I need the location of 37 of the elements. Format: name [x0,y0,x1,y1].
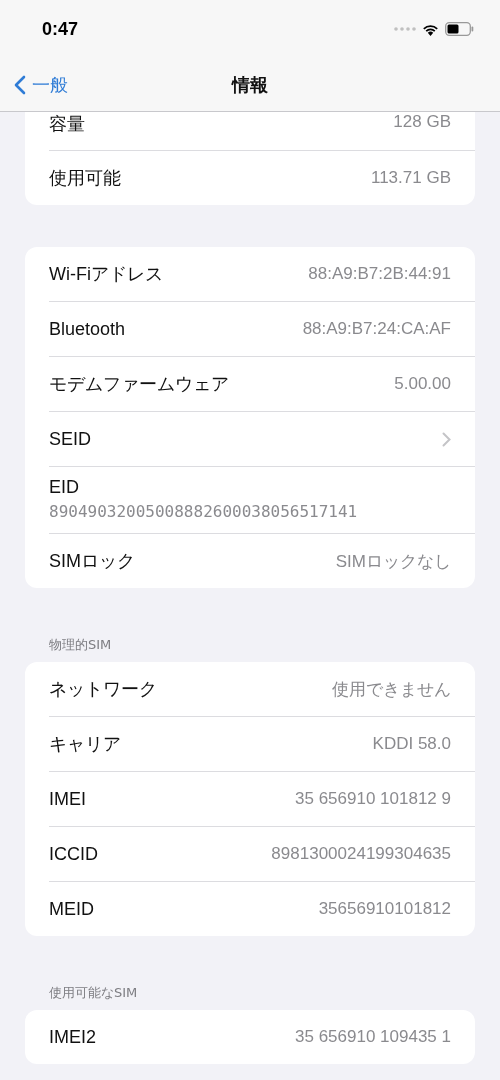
row-value: 128 GB [393,112,451,132]
back-chevron-icon [14,74,26,95]
section-header: 使用可能なSIM [48,984,139,1002]
section-header: 物理的SIM [48,636,113,654]
row-value: 113.71 GB [370,168,451,188]
row-label: ICCID [49,843,98,865]
signal-icon [394,27,416,31]
nav-title: 情報 [232,72,268,97]
row-label[interactable]: SEID [49,428,91,450]
row-label: モデムファームウェア [49,373,229,396]
row-value: 35 656910 101812 9 [295,789,451,809]
row-value: 35 656910 109435 1 [295,1027,451,1047]
row-label: EID [49,477,80,498]
row-label: 容量 [49,113,85,136]
row-label: Wi-Fiアドレス [49,263,163,286]
row-label: IMEI [49,788,86,810]
row-label: SIMロック [49,550,135,573]
status-time: 0:47 [42,18,79,40]
row-label: 使用可能 [49,167,121,190]
row-value: 8981300024199304635 [271,844,451,864]
row-value: 88:A9:B7:24:CA:AF [302,319,451,339]
row-value: SIMロックなし [335,550,451,573]
row-label: IMEI2 [49,1026,96,1048]
row-value: 89049032005008882600038056517141 [49,502,359,521]
row-value: 使用できません [332,678,451,701]
wifi-icon [422,22,439,36]
back-button[interactable]: 一般 [14,72,68,97]
row-label: ネットワーク [49,678,157,701]
row-label: MEID [49,898,94,920]
row-value: 88:A9:B7:2B:44:91 [308,264,451,284]
battery-icon [445,22,474,36]
row-label: Bluetooth [49,318,126,340]
row-value: 35656910101812 [318,899,451,919]
chevron-icon [442,431,451,447]
row-value: 5.00.00 [394,374,451,394]
row-label: キャリア [49,733,121,756]
row-value: KDDI 58.0 [372,734,451,754]
